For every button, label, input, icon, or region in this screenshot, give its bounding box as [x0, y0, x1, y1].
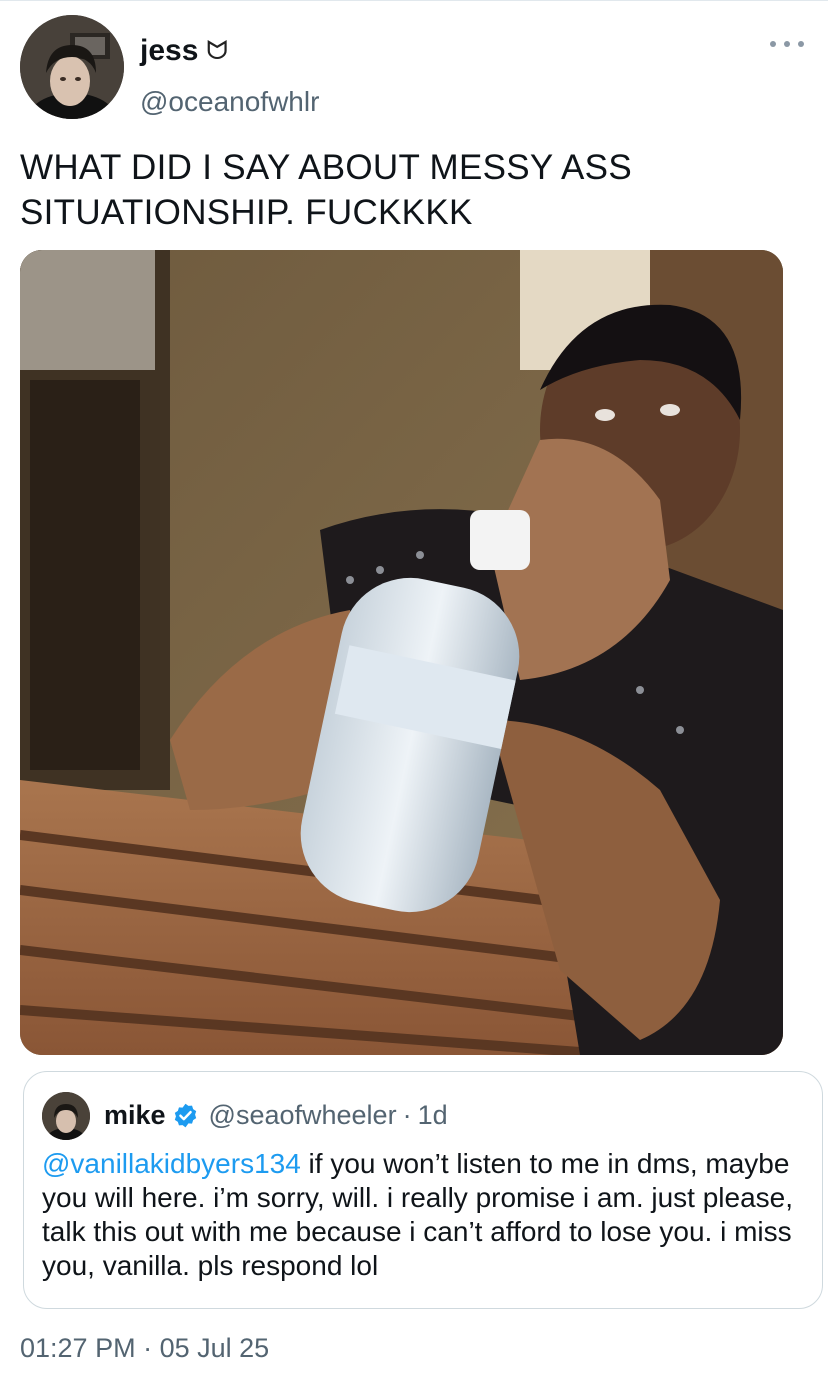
tweet-timestamp[interactable]: 01:27 PM · 05 Jul 25 [20, 1333, 269, 1364]
author-handle[interactable]: @oceanofwhlr [140, 86, 319, 118]
quoted-tweet-card[interactable]: mike @seaofwheeler · 1d @vanillakidbyers… [23, 1071, 823, 1309]
more-options-icon[interactable] [770, 34, 804, 54]
tweet-text-line: SITUATIONSHIP. FUCKKKK [20, 193, 473, 232]
author-name-text: jess [140, 34, 199, 67]
quoted-tweet-age[interactable]: 1d [418, 1100, 448, 1131]
tweet-text-line: WHAT DID I SAY ABOUT MESSY ASS [20, 148, 632, 187]
tweet-date: 05 Jul 25 [159, 1333, 270, 1363]
more-dot [798, 41, 804, 47]
top-divider [0, 0, 828, 1]
quoted-tweet-text: @vanillakidbyers134 if you won’t listen … [42, 1147, 802, 1283]
tweet-text: WHAT DID I SAY ABOUT MESSY ASS SITUATION… [20, 145, 800, 235]
tweet-time: 01:27 PM [20, 1333, 136, 1363]
quoted-author-avatar[interactable] [42, 1092, 90, 1140]
timestamp-separator: · [143, 1333, 153, 1363]
tweet-media-image[interactable] [20, 250, 783, 1055]
more-dot [770, 41, 776, 47]
quoted-author-handle[interactable]: @seaofwheeler [209, 1100, 397, 1131]
more-dot [784, 41, 790, 47]
name-emoji: ᗢ [206, 35, 228, 65]
header-separator: · [402, 1100, 412, 1130]
author-display-name[interactable]: jess ᗢ [140, 34, 228, 68]
quoted-author-name[interactable]: mike [104, 1100, 166, 1131]
author-avatar[interactable] [20, 15, 124, 119]
verified-badge-icon [172, 1102, 199, 1129]
quoted-tweet-header: mike @seaofwheeler · 1d [104, 1100, 448, 1131]
mention-link[interactable]: @vanillakidbyers134 [42, 1148, 301, 1179]
